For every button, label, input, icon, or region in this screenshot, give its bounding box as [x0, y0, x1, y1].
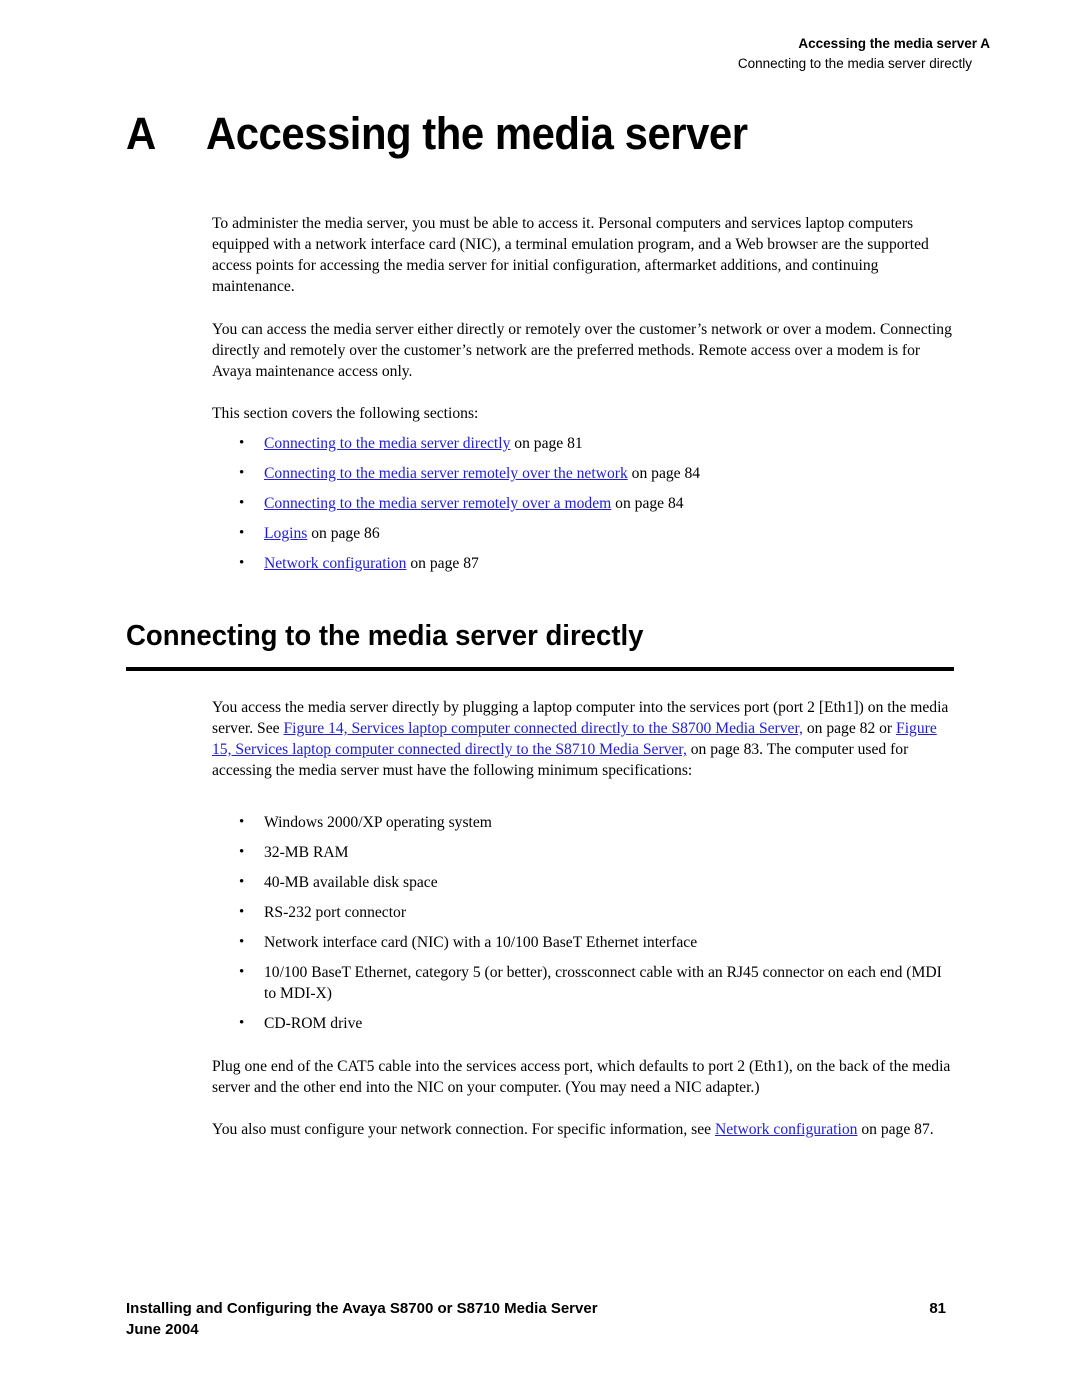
toc-link-connecting-directly[interactable]: Connecting to the media server directly [264, 435, 510, 452]
toc-page-ref: on page 84 [611, 495, 684, 512]
text-run: on page 82 or [802, 720, 897, 737]
requirement-item: RS-232 port connector [212, 902, 957, 923]
section-heading: Connecting to the media server directly [126, 620, 644, 652]
section-text-2: Plug one end of the CAT5 cable into the … [212, 1058, 951, 1096]
requirement-item: Windows 2000/XP operating system [212, 812, 957, 833]
requirement-item: CD-ROM drive [212, 1013, 957, 1034]
requirement-item: 32-MB RAM [212, 842, 957, 863]
section-text-1: You access the media server directly by … [212, 697, 957, 781]
toc-link-remotely-network[interactable]: Connecting to the media server remotely … [264, 465, 628, 482]
toc-list: Connecting to the media server directly … [212, 433, 957, 574]
page-number: 81 [929, 1300, 946, 1317]
running-header: Accessing the media server A Connecting … [737, 34, 990, 74]
toc-page-ref: on page 87 [406, 555, 479, 572]
intro-paragraph-1: To administer the media server, you must… [212, 213, 957, 297]
section-paragraph-1: You access the media server directly by … [212, 697, 957, 781]
intro-text-1: To administer the media server, you must… [212, 215, 929, 295]
running-header-chapter: Accessing the media server A [798, 36, 990, 51]
text-run: on page 87. [857, 1121, 934, 1138]
text-run: You also must configure your network con… [212, 1121, 715, 1138]
section-toc: Connecting to the media server directly … [212, 433, 957, 574]
intro-paragraph-2: You can access the media server either d… [212, 319, 957, 382]
toc-page-ref: on page 81 [510, 435, 583, 452]
toc-item: Logins on page 86 [212, 523, 957, 544]
toc-item: Connecting to the media server remotely … [212, 463, 957, 484]
intro-text-2: You can access the media server either d… [212, 321, 952, 380]
footer-title: Installing and Configuring the Avaya S87… [126, 1300, 598, 1317]
running-header-section: Connecting to the media server directly [737, 56, 972, 71]
toc-page-ref: on page 86 [307, 525, 380, 542]
toc-item: Connecting to the media server remotely … [212, 493, 957, 514]
requirements-list-block: Windows 2000/XP operating system 32-MB R… [212, 812, 957, 1034]
toc-link-network-configuration[interactable]: Network configuration [264, 555, 406, 572]
requirement-item: 40-MB available disk space [212, 872, 957, 893]
toc-page-ref: on page 84 [627, 465, 701, 482]
section-divider [126, 667, 954, 671]
chapter-letter: A [126, 108, 156, 159]
toc-link-remotely-modem[interactable]: Connecting to the media server remotely … [264, 495, 611, 512]
footer-date: June 2004 [126, 1321, 199, 1338]
section-paragraph-3: You also must configure your network con… [212, 1119, 957, 1140]
requirement-item: Network interface card (NIC) with a 10/1… [212, 932, 957, 953]
chapter-title: A Accessing the media server [126, 108, 748, 160]
toc-link-logins[interactable]: Logins [264, 525, 307, 542]
requirements-list: Windows 2000/XP operating system 32-MB R… [212, 812, 957, 1034]
requirement-item: 10/100 BaseT Ethernet, category 5 (or be… [212, 962, 957, 1004]
section-paragraph-2: Plug one end of the CAT5 cable into the … [212, 1056, 957, 1098]
toc-item: Network configuration on page 87 [212, 553, 957, 574]
intro-text-3: This section covers the following sectio… [212, 405, 479, 422]
figure-14-link[interactable]: Figure 14, Services laptop computer conn… [283, 720, 802, 737]
intro-paragraph-3: This section covers the following sectio… [212, 403, 957, 424]
chapter-title-text: Accessing the media server [205, 108, 748, 159]
network-configuration-link[interactable]: Network configuration [715, 1121, 857, 1138]
page-footer: Installing and Configuring the Avaya S87… [126, 1298, 954, 1340]
toc-item: Connecting to the media server directly … [212, 433, 957, 454]
section-text-3: You also must configure your network con… [212, 1119, 957, 1140]
